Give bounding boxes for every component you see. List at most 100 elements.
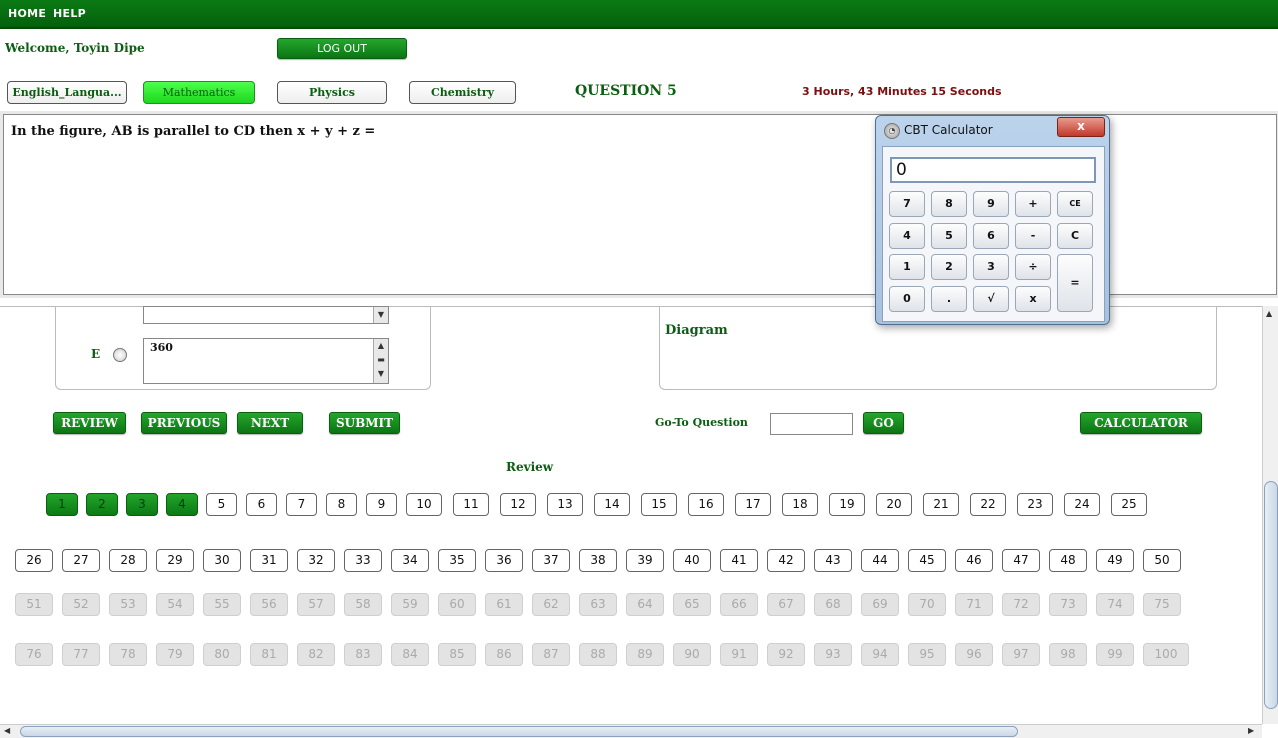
option-e-field[interactable]: 360 ▲ ▬ ▼	[143, 338, 389, 384]
calc-key-clear[interactable]: C	[1057, 223, 1093, 249]
question-button-47[interactable]: 47	[1002, 549, 1040, 572]
calculator-button[interactable]: CALCULATOR	[1080, 412, 1202, 434]
question-button-74[interactable]: 74	[1096, 593, 1134, 616]
calc-key-sqrt[interactable]: √	[973, 286, 1009, 312]
question-button-27[interactable]: 27	[62, 549, 100, 572]
question-button-64[interactable]: 64	[626, 593, 664, 616]
question-button-98[interactable]: 98	[1049, 643, 1087, 666]
question-button-46[interactable]: 46	[955, 549, 993, 572]
calc-key-7[interactable]: 7	[889, 191, 925, 217]
question-button-87[interactable]: 87	[532, 643, 570, 666]
question-button-63[interactable]: 63	[579, 593, 617, 616]
question-button-94[interactable]: 94	[861, 643, 899, 666]
question-button-29[interactable]: 29	[156, 549, 194, 572]
option-e-radio[interactable]	[113, 348, 127, 362]
next-button[interactable]: NEXT	[237, 412, 303, 434]
question-button-25[interactable]: 25	[1111, 493, 1147, 516]
question-button-16[interactable]: 16	[688, 493, 724, 516]
question-button-33[interactable]: 33	[344, 549, 382, 572]
question-button-31[interactable]: 31	[250, 549, 288, 572]
question-button-84[interactable]: 84	[391, 643, 429, 666]
question-button-14[interactable]: 14	[594, 493, 630, 516]
scroll-up-icon[interactable]: ▲	[1266, 309, 1272, 318]
question-button-45[interactable]: 45	[908, 549, 946, 572]
question-button-9[interactable]: 9	[366, 493, 397, 516]
tab-english[interactable]: English_Langua...	[7, 81, 127, 104]
question-button-42[interactable]: 42	[767, 549, 805, 572]
question-button-1[interactable]: 1	[46, 493, 78, 516]
submit-button[interactable]: SUBMIT	[329, 412, 400, 434]
question-button-68[interactable]: 68	[814, 593, 852, 616]
question-button-76[interactable]: 76	[15, 643, 53, 666]
horizontal-scrollbar[interactable]: ◀ ▶	[0, 724, 1262, 738]
question-button-2[interactable]: 2	[86, 493, 118, 516]
goto-input[interactable]	[770, 413, 853, 435]
question-button-61[interactable]: 61	[485, 593, 523, 616]
question-button-77[interactable]: 77	[62, 643, 100, 666]
question-button-38[interactable]: 38	[579, 549, 617, 572]
question-button-7[interactable]: 7	[286, 493, 317, 516]
go-button[interactable]: GO	[863, 412, 904, 434]
question-button-26[interactable]: 26	[15, 549, 53, 572]
question-button-19[interactable]: 19	[829, 493, 865, 516]
question-button-71[interactable]: 71	[955, 593, 993, 616]
calc-key-8[interactable]: 8	[931, 191, 967, 217]
question-button-43[interactable]: 43	[814, 549, 852, 572]
calc-key-equals[interactable]: =	[1057, 254, 1093, 312]
question-button-91[interactable]: 91	[720, 643, 758, 666]
calc-key-2[interactable]: 2	[931, 254, 967, 280]
question-button-59[interactable]: 59	[391, 593, 429, 616]
calc-key-decimal[interactable]: .	[931, 286, 967, 312]
nav-help[interactable]: HELP	[53, 7, 86, 20]
question-button-66[interactable]: 66	[720, 593, 758, 616]
question-button-50[interactable]: 50	[1143, 549, 1181, 572]
question-button-44[interactable]: 44	[861, 549, 899, 572]
calc-key-plus[interactable]: +	[1015, 191, 1051, 217]
question-button-56[interactable]: 56	[250, 593, 288, 616]
option-e-scrollbar[interactable]: ▲ ▬ ▼	[373, 339, 388, 383]
question-button-88[interactable]: 88	[579, 643, 617, 666]
question-button-73[interactable]: 73	[1049, 593, 1087, 616]
question-button-90[interactable]: 90	[673, 643, 711, 666]
question-button-54[interactable]: 54	[156, 593, 194, 616]
option-d-field[interactable]: ▼	[143, 306, 389, 324]
question-button-70[interactable]: 70	[908, 593, 946, 616]
calc-key-4[interactable]: 4	[889, 223, 925, 249]
review-button[interactable]: REVIEW	[53, 412, 126, 434]
scroll-right-icon[interactable]: ▶	[1248, 726, 1254, 735]
question-button-6[interactable]: 6	[246, 493, 277, 516]
question-button-99[interactable]: 99	[1096, 643, 1134, 666]
question-button-80[interactable]: 80	[203, 643, 241, 666]
question-button-24[interactable]: 24	[1064, 493, 1100, 516]
question-button-5[interactable]: 5	[206, 493, 237, 516]
logout-button[interactable]: LOG OUT	[277, 38, 407, 59]
question-button-20[interactable]: 20	[876, 493, 912, 516]
question-button-52[interactable]: 52	[62, 593, 100, 616]
question-button-67[interactable]: 67	[767, 593, 805, 616]
vertical-scroll-thumb[interactable]	[1264, 481, 1278, 709]
horizontal-scroll-thumb[interactable]	[20, 726, 1018, 737]
tab-mathematics[interactable]: Mathematics	[143, 81, 255, 104]
question-button-57[interactable]: 57	[297, 593, 335, 616]
scroll-left-icon[interactable]: ◀	[4, 726, 10, 735]
calc-key-divide[interactable]: ÷	[1015, 254, 1051, 280]
previous-button[interactable]: PREVIOUS	[141, 412, 227, 434]
question-button-41[interactable]: 41	[720, 549, 758, 572]
question-button-11[interactable]: 11	[453, 493, 489, 516]
calc-key-5[interactable]: 5	[931, 223, 967, 249]
question-button-92[interactable]: 92	[767, 643, 805, 666]
nav-home[interactable]: HOME	[8, 7, 46, 20]
question-button-37[interactable]: 37	[532, 549, 570, 572]
question-button-75[interactable]: 75	[1143, 593, 1181, 616]
question-button-60[interactable]: 60	[438, 593, 476, 616]
question-button-96[interactable]: 96	[955, 643, 993, 666]
calc-key-multiply[interactable]: x	[1015, 286, 1051, 312]
question-button-15[interactable]: 15	[641, 493, 677, 516]
question-button-10[interactable]: 10	[406, 493, 442, 516]
question-button-81[interactable]: 81	[250, 643, 288, 666]
question-button-100[interactable]: 100	[1143, 643, 1189, 666]
question-button-51[interactable]: 51	[15, 593, 53, 616]
question-button-65[interactable]: 65	[673, 593, 711, 616]
question-button-83[interactable]: 83	[344, 643, 382, 666]
question-button-86[interactable]: 86	[485, 643, 523, 666]
